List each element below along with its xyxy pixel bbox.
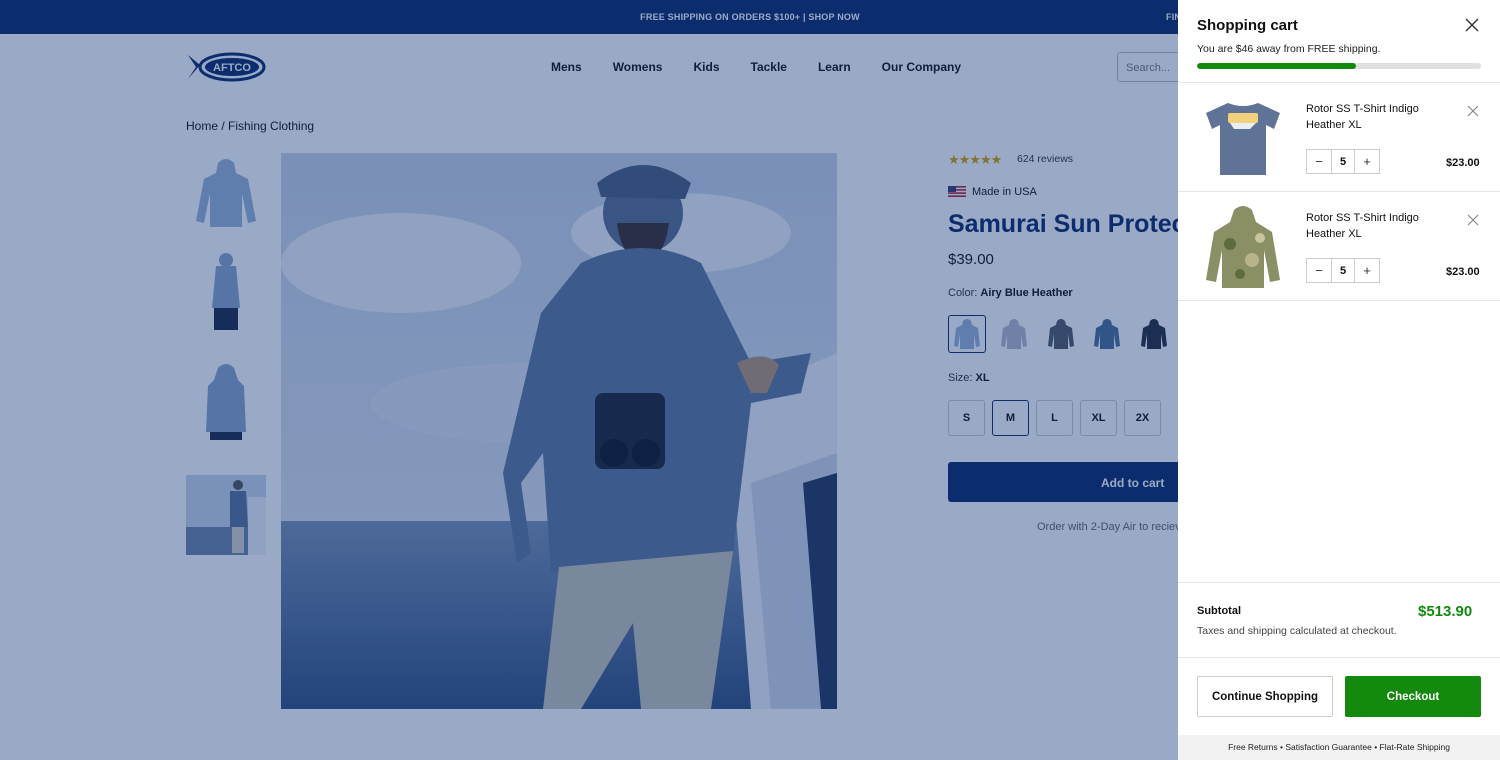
divider <box>1178 582 1500 583</box>
increase-quantity-button[interactable]: + <box>1355 150 1379 173</box>
divider <box>1178 657 1500 658</box>
remove-item-icon[interactable] <box>1467 105 1479 117</box>
cart-drawer: Shopping cart You are $46 away from FREE… <box>1178 0 1500 760</box>
modal-overlay[interactable] <box>0 0 1178 760</box>
decrease-quantity-button[interactable]: − <box>1307 150 1331 173</box>
remove-item-icon[interactable] <box>1467 214 1479 226</box>
cart-footer-guarantees: Free Returns • Satisfaction Guarantee • … <box>1178 735 1500 760</box>
quantity-value[interactable]: 5 <box>1331 259 1355 282</box>
cart-item-image <box>1206 206 1280 288</box>
increase-quantity-button[interactable]: + <box>1355 259 1379 282</box>
shipping-progress-fill <box>1197 63 1357 69</box>
shipping-progress-bar <box>1197 63 1481 69</box>
divider <box>1178 300 1500 301</box>
close-icon[interactable] <box>1464 17 1480 33</box>
cart-item: Rotor SS T-Shirt Indigo Heather XL − 5 +… <box>1178 192 1500 301</box>
quantity-stepper: − 5 + <box>1306 258 1380 283</box>
cart-item-name[interactable]: Rotor SS T-Shirt Indigo Heather XL <box>1306 210 1446 242</box>
continue-shopping-button[interactable]: Continue Shopping <box>1197 676 1333 717</box>
cart-item-price: $23.00 <box>1446 157 1480 169</box>
quantity-value[interactable]: 5 <box>1331 150 1355 173</box>
cart-item-image <box>1206 103 1280 175</box>
decrease-quantity-button[interactable]: − <box>1307 259 1331 282</box>
subtotal-value: $513.90 <box>1418 603 1473 620</box>
cart-item-name[interactable]: Rotor SS T-Shirt Indigo Heather XL <box>1306 101 1446 133</box>
cart-item: Rotor SS T-Shirt Indigo Heather XL − 5 +… <box>1178 83 1500 192</box>
cart-item-price: $23.00 <box>1446 266 1480 278</box>
free-shipping-message: You are $46 away from FREE shipping. <box>1197 43 1381 55</box>
checkout-button[interactable]: Checkout <box>1345 676 1481 717</box>
quantity-stepper: − 5 + <box>1306 149 1380 174</box>
cart-title: Shopping cart <box>1197 17 1298 34</box>
subtotal-label: Subtotal <box>1197 605 1241 617</box>
taxes-note: Taxes and shipping calculated at checkou… <box>1197 625 1397 637</box>
